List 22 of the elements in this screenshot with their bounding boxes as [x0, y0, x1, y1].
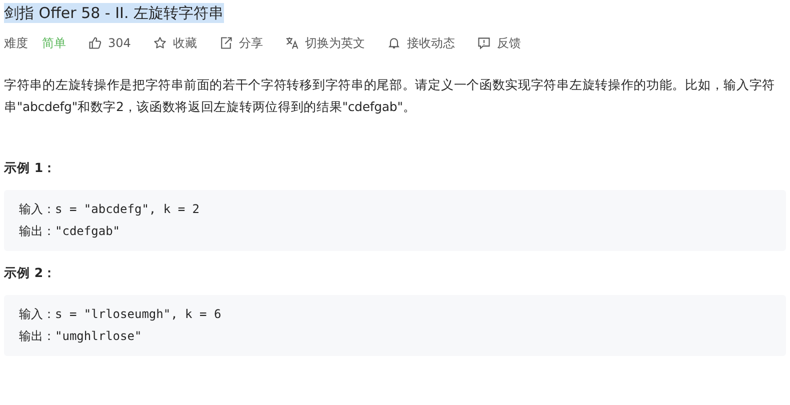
- code-line: 输出："umghlrlose": [19, 328, 143, 345]
- example-heading: 示例 1：: [4, 159, 58, 177]
- action-link[interactable]: 收藏: [172, 34, 197, 52]
- action-link[interactable]: 接收动态: [406, 34, 455, 52]
- difficulty-label: 难度: [4, 34, 28, 52]
- code-line: 输出："cdefgab": [19, 223, 122, 240]
- feedback-icon[interactable]: [476, 36, 491, 50]
- code-line: 输入：s = "lrloseumgh", k = 6: [19, 306, 222, 323]
- translate-icon[interactable]: [284, 36, 299, 50]
- like-count[interactable]: 304: [108, 36, 131, 50]
- example-heading: 示例 2：: [4, 264, 58, 282]
- bell-icon[interactable]: [386, 36, 401, 50]
- problem-title: 剑指 Offer 58 - II. 左旋转字符串: [4, 3, 224, 23]
- action-link[interactable]: 反馈: [496, 34, 521, 52]
- star-icon[interactable]: [152, 36, 167, 50]
- action-link[interactable]: 分享: [238, 34, 263, 52]
- difficulty-value: 简单: [42, 34, 66, 52]
- share-icon[interactable]: [218, 36, 233, 50]
- action-link[interactable]: 切换为英文: [304, 34, 365, 52]
- problem-description: 字符串的左旋转操作是把字符串前面的若干个字符转移到字符串的尾部。请定义一个函数实现字符串左旋转操作的功能。比如，输入字符串"abcdefg"和数字2，该函数将返回左旋转两位得到的结果"cdefgab"。: [4, 76, 776, 116]
- code-line: 输入：s = "abcdefg", k = 2: [19, 201, 200, 218]
- like-icon[interactable]: [88, 36, 102, 50]
